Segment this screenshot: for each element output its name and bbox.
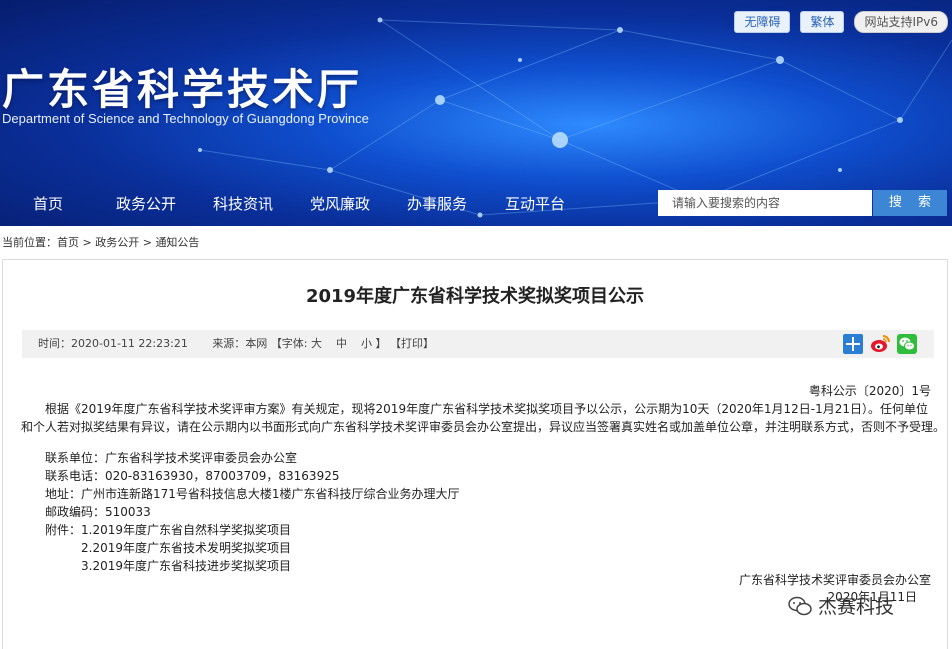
print-button[interactable]: 【打印】 [390,337,434,350]
article-meta-bar: 时间：2020-01-11 22:23:21 来源：本网 【字体: 大 中 小 … [22,330,934,358]
search-input[interactable] [658,190,872,216]
nav-item-integrity[interactable]: 党风廉政 [310,190,370,218]
font-size-label: 【字体: [270,337,308,350]
header-banner: 无障碍 繁体 网站支持IPv6 广东省科学技术厅 Department of S… [0,0,952,226]
document-number: 粤科公示〔2020〕1号 [808,384,931,398]
font-medium-button[interactable]: 中 [336,337,347,350]
font-large-button[interactable]: 大 [311,337,322,350]
plus-share-icon[interactable] [843,334,863,354]
top-links: 无障碍 繁体 网站支持IPv6 [734,11,952,33]
attachment-link[interactable]: 3.2019年度广东省科技进步奖拟奖项目 [81,558,291,574]
nav-item-interaction[interactable]: 互动平台 [505,190,565,218]
contact-phone: 联系电话：020-83163930，87003709，83163925 [45,469,340,483]
font-small-button[interactable]: 小 [361,337,372,350]
source-value: 本网 [245,337,268,350]
paragraph-line-2: 和个人若对拟奖结果有异议，请在公示期内以书面形式向广东省科学技术奖评审委员会办公… [21,420,946,434]
breadcrumb: 当前位置：首页 > 政务公开 > 通知公告 [2,234,199,250]
article-title: 2019年度广东省科学技术奖拟奖项目公示 [305,286,645,307]
breadcrumb-separator: > [139,236,156,249]
breadcrumb-home[interactable]: 首页 [57,236,79,249]
wechat-watermark: 杰赛科技 [788,592,894,619]
weibo-icon[interactable] [870,334,890,354]
time-label: 时间： [38,337,71,350]
postcode: 邮政编码：510033 [45,505,151,519]
nav-item-home[interactable]: 首页 [33,190,63,218]
watermark-text: 杰赛科技 [818,596,895,618]
accessibility-button[interactable]: 无障碍 [734,11,791,33]
article-meta: 时间：2020-01-11 22:23:21 来源：本网 【字体: 大 中 小 … [38,330,434,358]
source-label: 来源： [212,337,246,350]
breadcrumb-separator: > [79,236,96,249]
site-subtitle: Department of Science and Technology of … [2,111,369,126]
paragraph-line-1: 根据《2019年度广东省科学技术奖评审方案》有关规定，现将2019年度广东省科学… [45,402,929,416]
signature-org: 广东省科学技术奖评审委员会办公室 [738,573,931,587]
contact-unit: 联系单位：广东省科学技术奖评审委员会办公室 [45,451,298,465]
attachments-label: 附件： [45,523,82,537]
wechat-watermark-icon [788,596,812,615]
ipv6-support-badge[interactable]: 网站支持IPv6 [854,11,948,33]
breadcrumb-government-affairs[interactable]: 政务公开 [95,236,139,249]
attachment-link[interactable]: 1.2019年度广东省自然科学奖拟奖项目 [81,522,291,538]
search-button[interactable]: 搜 索 [873,190,947,216]
nav-item-tech-news[interactable]: 科技资讯 [213,190,273,218]
wechat-icon[interactable] [897,334,917,354]
article-container: 2019年度广东省科学技术奖拟奖项目公示 时间：2020-01-11 22:23… [2,259,948,649]
publish-time: 2020-01-11 22:23:21 [71,337,188,350]
breadcrumb-notices[interactable]: 通知公告 [155,236,199,249]
address: 地址：广州市连新路171号省科技信息大楼1楼广东省科技厅综合业务办理大厅 [45,487,460,501]
attachment-link[interactable]: 2.2019年度广东省技术发明奖拟奖项目 [81,540,291,556]
traditional-chinese-button[interactable]: 繁体 [800,11,845,33]
breadcrumb-prefix: 当前位置： [2,236,57,249]
font-size-close: 】 [375,337,387,350]
nav-item-services[interactable]: 办事服务 [407,190,467,218]
site-title[interactable]: 广东省科学技术厅 [2,56,362,117]
nav-item-government-affairs[interactable]: 政务公开 [116,190,176,218]
